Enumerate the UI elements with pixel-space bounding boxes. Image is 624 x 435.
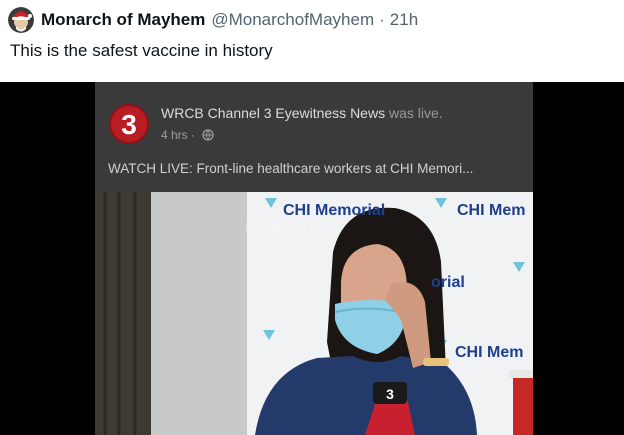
video-frame: 3 CHI Memorial CHI Mem orial CHI Mem Eye…: [95, 192, 533, 435]
display-name[interactable]: Monarch of Mayhem: [41, 10, 205, 30]
separator-dot: ·: [379, 10, 385, 29]
svg-text:3: 3: [386, 386, 394, 402]
tweet-text: This is the safest vaccine in history: [10, 41, 273, 60]
channel-3-logo-icon: 3: [109, 104, 149, 144]
avatar[interactable]: [8, 7, 34, 33]
page-name[interactable]: WRCB Channel 3 Eyewitness News was live.: [161, 105, 443, 121]
time-separator: ·: [190, 128, 195, 142]
tweet-header: Monarch of Mayhem @MonarchofMayhem · 21h: [8, 7, 418, 33]
santa-hat-avatar-icon: [8, 7, 34, 33]
post-time-text[interactable]: 4 hrs: [161, 128, 188, 142]
globe-icon: [202, 129, 214, 141]
live-status: was live.: [388, 105, 443, 121]
tweet-timestamp[interactable]: 21h: [390, 10, 418, 30]
facebook-post-header: 3 WRCB Channel 3 Eyewitness News was liv…: [95, 82, 533, 192]
video-scene: 3: [95, 192, 533, 435]
page-name-text[interactable]: WRCB Channel 3 Eyewitness News: [161, 105, 385, 121]
user-handle[interactable]: @MonarchofMayhem: [211, 10, 374, 30]
watermark-chi-memorial: CHI Mem: [455, 344, 524, 361]
video-player[interactable]: 3 WRCB Channel 3 Eyewitness News was liv…: [95, 82, 533, 435]
watermark-chi-memorial: orial: [431, 274, 465, 291]
watermark-chi-memorial: CHI Mem: [457, 202, 526, 219]
watermark-chi-memorial: CHI Memorial: [283, 202, 386, 219]
ghost-overlay-text: Eyewitness: [245, 220, 306, 234]
svg-text:3: 3: [121, 109, 137, 140]
video-caption: WATCH LIVE: Front-line healthcare worker…: [108, 161, 474, 176]
post-time: 4 hrs ·: [161, 128, 214, 142]
tweet-media[interactable]: 3 WRCB Channel 3 Eyewitness News was liv…: [0, 82, 624, 435]
